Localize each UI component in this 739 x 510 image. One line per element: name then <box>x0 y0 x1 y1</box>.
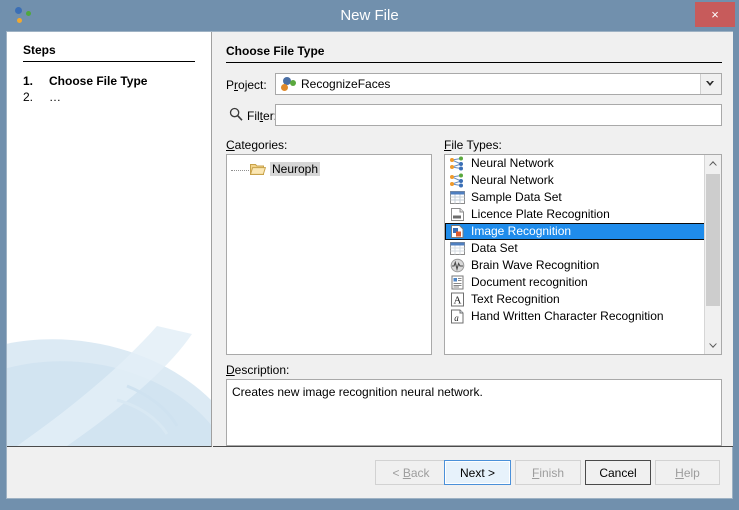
close-icon[interactable]: × <box>695 2 735 27</box>
step-number: 1. <box>23 74 34 88</box>
page-title: Choose File Type <box>226 44 325 58</box>
steps-heading: Steps <box>23 43 56 57</box>
list-item[interactable]: A Text Recognition <box>445 291 705 308</box>
project-combobox[interactable]: RecognizeFaces <box>275 73 722 95</box>
folder-icon <box>250 164 266 175</box>
list-item-label: Document recognition <box>471 275 588 289</box>
list-item-label: Sample Data Set <box>471 190 562 204</box>
title-bar: New File × <box>0 0 739 31</box>
tree-connector <box>231 170 249 172</box>
help-button[interactable]: Help <box>655 460 720 485</box>
title-divider <box>226 62 722 63</box>
list-item-label: Hand Written Character Recognition <box>471 309 664 323</box>
categories-tree[interactable]: Neuroph <box>226 154 432 355</box>
content-panel: Choose File Type Project: RecognizeFaces <box>213 32 733 447</box>
scrollbar-thumb[interactable] <box>706 174 720 306</box>
list-item-label: Brain Wave Recognition <box>471 258 600 272</box>
list-item[interactable]: Document recognition <box>445 274 705 291</box>
chevron-down-icon[interactable] <box>700 74 721 94</box>
tree-item-label: Neuroph <box>270 162 321 176</box>
scroll-down-icon[interactable] <box>705 337 721 354</box>
neural-network-icon <box>450 156 463 171</box>
list-item[interactable]: Sample Data Set <box>445 189 705 206</box>
list-item[interactable]: Neural Network <box>445 155 705 172</box>
step-item-2: 2. … <box>23 90 61 104</box>
list-item-label: Image Recognition <box>471 224 572 238</box>
description-label: Description: <box>226 363 290 377</box>
button-bar: < Back Next > Finish Cancel Help <box>7 448 732 498</box>
plate-icon <box>451 208 464 221</box>
filter-label: Filter: <box>247 109 278 123</box>
list-item-label: Neural Network <box>471 173 554 187</box>
filter-input[interactable] <box>275 104 722 126</box>
finish-button[interactable]: Finish <box>515 460 581 485</box>
steps-divider <box>23 61 195 62</box>
neural-network-icon <box>450 173 463 188</box>
brain-wave-icon <box>450 258 465 273</box>
description-box: Creates new image recognition neural net… <box>226 379 722 446</box>
decorative-swoosh-graphic <box>7 316 211 446</box>
list-item[interactable]: a Hand Written Character Recognition <box>445 308 705 325</box>
step-label: Choose File Type <box>49 74 148 88</box>
image-icon <box>451 225 464 238</box>
scroll-up-icon[interactable] <box>705 155 721 172</box>
document-icon <box>451 275 464 290</box>
list-item-label: Data Set <box>471 241 518 255</box>
data-grid-icon <box>450 242 465 255</box>
data-grid-icon <box>450 191 465 204</box>
project-label: Project: <box>226 78 267 92</box>
list-item[interactable]: Licence Plate Recognition <box>445 206 705 223</box>
file-types-label: File Types: <box>444 138 502 152</box>
list-item[interactable]: Neural Network <box>445 172 705 189</box>
description-text: Creates new image recognition neural net… <box>232 385 483 399</box>
cancel-button[interactable]: Cancel <box>585 460 651 485</box>
svg-text:A: A <box>454 295 462 307</box>
list-item[interactable]: Data Set <box>445 240 705 257</box>
file-types-scrollbar[interactable] <box>704 155 721 354</box>
handwriting-icon: a <box>451 309 464 324</box>
dialog-body: Steps 1. Choose File Type 2.… Choose Fil… <box>6 31 733 499</box>
new-file-dialog: New File × Steps 1. Choose File Type 2. … <box>0 0 739 510</box>
categories-label: Categories: <box>226 138 288 152</box>
list-item[interactable]: Brain Wave Recognition <box>445 257 705 274</box>
search-icon <box>229 107 243 121</box>
step-item-1: 1. Choose File Type <box>23 74 147 88</box>
netbeans-project-icon <box>281 77 297 92</box>
window-title: New File <box>340 7 399 24</box>
list-item-label: Licence Plate Recognition <box>471 207 610 221</box>
step-label: … <box>49 90 61 104</box>
steps-panel: Steps 1. Choose File Type 2. … <box>7 32 212 447</box>
file-types-list[interactable]: Neural Network Neural Network Sample Dat… <box>444 154 722 355</box>
next-button[interactable]: Next > <box>444 460 511 485</box>
list-item-label: Text Recognition <box>471 292 560 306</box>
step-number: 2. <box>23 90 34 104</box>
project-value: RecognizeFaces <box>301 77 391 91</box>
list-item-label: Neural Network <box>471 156 554 170</box>
svg-text:a: a <box>454 313 459 323</box>
list-item-selected[interactable]: Image Recognition <box>445 223 705 240</box>
file-types-rows: Neural Network Neural Network Sample Dat… <box>445 155 705 325</box>
back-button[interactable]: < Back <box>375 460 447 485</box>
text-a-icon: A <box>451 292 464 307</box>
